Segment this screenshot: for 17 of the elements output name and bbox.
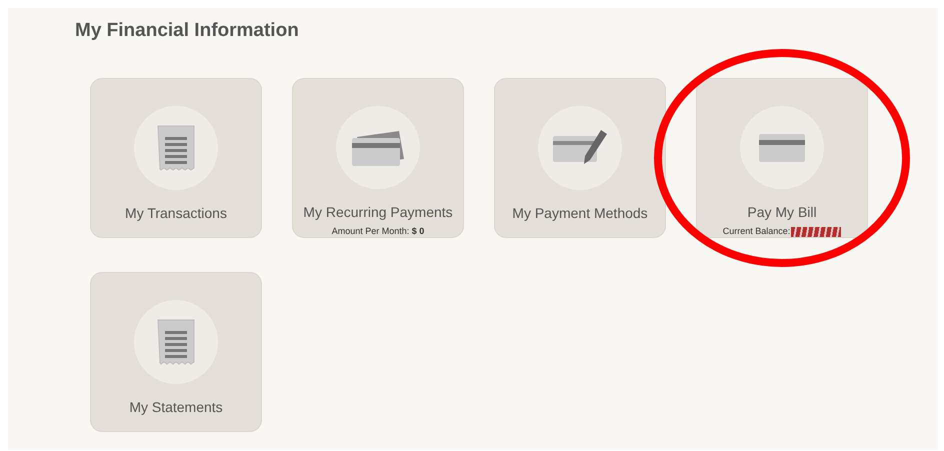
tile-card[interactable]: Pay My Bill Current Balance: (696, 78, 868, 238)
tile-card[interactable]: My Payment Methods (494, 78, 666, 238)
card-icon (758, 132, 806, 162)
cards-icon (351, 128, 405, 166)
tile-label: My Payment Methods (512, 204, 648, 222)
tile-label: My Statements (129, 398, 223, 416)
tile-note: Current Balance: (722, 226, 790, 237)
tile-card[interactable]: My Statements (90, 272, 262, 432)
tile-note: Amount Per Month: $ 0 (332, 226, 424, 237)
tile-card[interactable]: My Recurring Payments Amount Per Month: $ 0 (292, 78, 464, 238)
tile-label: Pay My Bill (747, 203, 817, 221)
receipt-icon (157, 125, 195, 171)
tile-label: My Recurring Payments (303, 203, 453, 221)
receipt-icon (157, 319, 195, 365)
section-title: My Financial Information (75, 20, 300, 42)
tile-card[interactable]: My Transactions (90, 78, 262, 238)
tile-label: My Transactions (125, 204, 227, 222)
